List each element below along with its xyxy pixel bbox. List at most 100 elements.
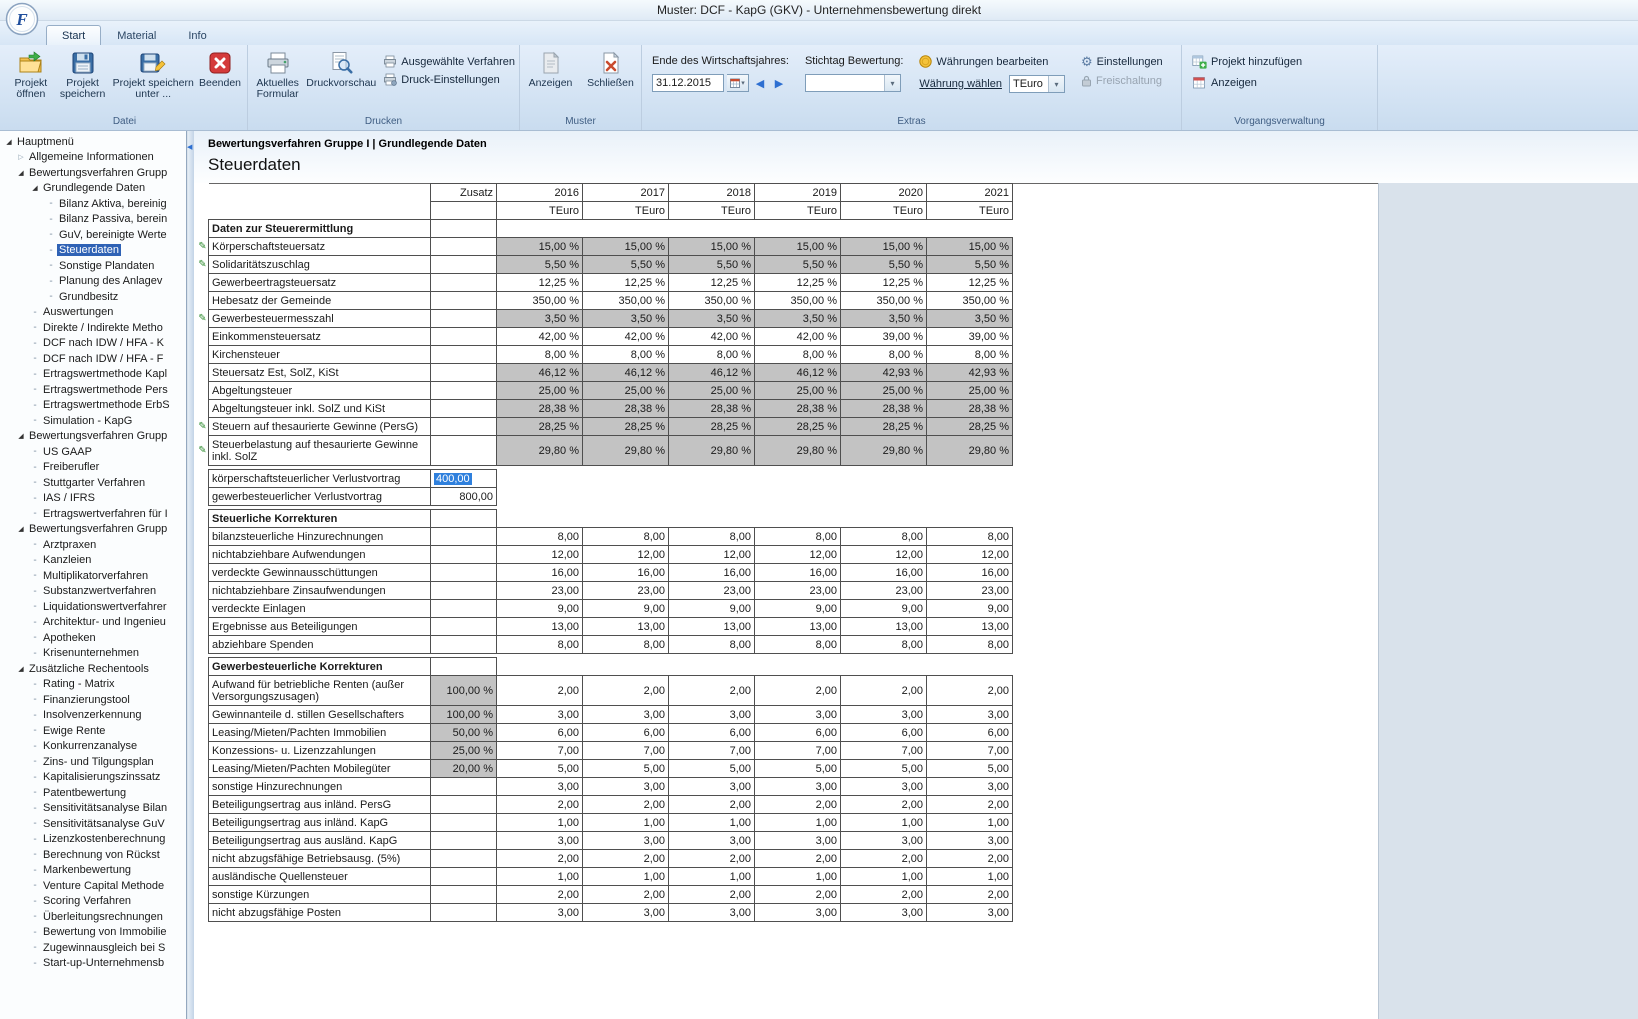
value-cell[interactable]: 1,00 — [496, 867, 583, 886]
value-cell[interactable]: 8,00 % — [668, 345, 755, 364]
calendar-picker-button[interactable]: ▾ — [727, 74, 749, 92]
sidebar-item[interactable]: ‐ Lizenzkostenberechnung — [0, 832, 186, 848]
value-cell[interactable]: 1,00 — [840, 813, 927, 832]
currency-select[interactable]: TEuro ▾ — [1008, 75, 1065, 93]
value-cell[interactable]: 13,00 — [668, 617, 755, 636]
sidebar-item[interactable]: ◢ Grundlegende Daten — [0, 181, 186, 197]
value-cell[interactable]: 42,00 % — [582, 327, 669, 346]
value-cell[interactable]: 9,00 — [840, 599, 927, 618]
value-cell[interactable]: 3,50 % — [926, 309, 1013, 328]
value-cell[interactable]: 15,00 % — [582, 237, 669, 256]
value-cell[interactable]: 25,00 % — [582, 381, 669, 400]
sidebar-item[interactable]: ‐ Liquidationswertverfahrer — [0, 599, 186, 615]
zusatz-cell[interactable] — [430, 527, 497, 546]
value-cell[interactable]: 42,00 % — [754, 327, 841, 346]
table-cell[interactable] — [430, 509, 497, 528]
value-cell[interactable]: 13,00 — [754, 617, 841, 636]
activation-button[interactable]: Freischaltung — [1081, 75, 1163, 87]
tab-material[interactable]: Material — [101, 25, 172, 45]
value-cell[interactable]: 3,00 — [840, 777, 927, 796]
sidebar-item[interactable]: ‐ Sonstige Plandaten — [0, 258, 186, 274]
value-cell[interactable]: 6,00 — [754, 723, 841, 742]
value-cell[interactable]: 12,00 — [582, 545, 669, 564]
sidebar-item[interactable]: ‐ Freiberufler — [0, 460, 186, 476]
zusatz-cell[interactable] — [430, 345, 497, 364]
value-cell[interactable]: 7,00 — [754, 741, 841, 760]
value-cell[interactable]: 3,00 — [840, 831, 927, 850]
sidebar-item[interactable]: ◢ Bewertungsverfahren Grupp — [0, 165, 186, 181]
value-cell[interactable]: 5,50 % — [754, 255, 841, 274]
value-cell[interactable]: 9,00 — [582, 599, 669, 618]
sidebar-item[interactable]: ‐ US GAAP — [0, 444, 186, 460]
value-cell[interactable]: 1,00 — [582, 813, 669, 832]
zusatz-cell[interactable] — [430, 635, 497, 654]
settings-button[interactable]: ⚙ Einstellungen — [1081, 55, 1163, 68]
sidebar-item[interactable]: ‐ Architektur- und Ingenieu — [0, 615, 186, 631]
zusatz-cell[interactable] — [430, 795, 497, 814]
value-cell[interactable]: 39,00 % — [926, 327, 1013, 346]
tab-start[interactable]: Start — [46, 25, 102, 45]
sidebar-item[interactable]: ‐ Bilanz Passiva, berein — [0, 212, 186, 228]
value-cell[interactable]: 7,00 — [840, 741, 927, 760]
value-cell[interactable]: 3,50 % — [840, 309, 927, 328]
zusatz-cell[interactable] — [430, 777, 497, 796]
zusatz-cell[interactable] — [430, 581, 497, 600]
value-cell[interactable]: 29,80 % — [582, 435, 669, 466]
sidebar-item[interactable]: ‐ Ertragswertmethode Kapl — [0, 367, 186, 383]
value-cell[interactable]: 6,00 — [840, 723, 927, 742]
value-cell[interactable]: 9,00 — [926, 599, 1013, 618]
value-cell[interactable]: 8,00 % — [582, 345, 669, 364]
value-cell[interactable]: 2,00 — [668, 795, 755, 814]
zusatz-cell[interactable] — [430, 903, 497, 922]
zusatz-cell[interactable]: 100,00 % — [430, 675, 497, 706]
value-cell[interactable]: 8,00 — [582, 635, 669, 654]
tree-expanded-icon[interactable]: ◢ — [15, 525, 27, 533]
value-cell[interactable]: 23,00 — [754, 581, 841, 600]
muster-show-button[interactable]: Anzeigen — [525, 48, 577, 91]
value-cell[interactable]: 9,00 — [754, 599, 841, 618]
zusatz-cell[interactable]: 400,00 — [430, 469, 497, 488]
value-cell[interactable]: 3,00 — [754, 777, 841, 796]
value-cell[interactable]: 350,00 % — [840, 291, 927, 310]
zusatz-cell[interactable] — [430, 399, 497, 418]
table-cell[interactable] — [430, 219, 497, 238]
zusatz-cell[interactable] — [430, 617, 497, 636]
value-cell[interactable]: 2,00 — [582, 675, 669, 706]
value-cell[interactable]: 25,00 % — [840, 381, 927, 400]
muster-close-button[interactable]: Schließen — [585, 48, 637, 91]
value-cell[interactable]: 12,25 % — [496, 273, 583, 292]
sidebar-item[interactable]: ‐ Rating - Matrix — [0, 677, 186, 693]
sidebar-item[interactable]: ‐ Stuttgarter Verfahren — [0, 475, 186, 491]
sidebar-item[interactable]: ◢ Zusätzliche Rechentools — [0, 661, 186, 677]
value-cell[interactable]: 15,00 % — [754, 237, 841, 256]
tree-expanded-icon[interactable]: ◢ — [15, 665, 27, 673]
value-cell[interactable]: 2,00 — [754, 849, 841, 868]
value-cell[interactable]: 8,00 — [668, 635, 755, 654]
value-cell[interactable]: 39,00 % — [840, 327, 927, 346]
value-cell[interactable]: 13,00 — [496, 617, 583, 636]
value-cell[interactable]: 5,50 % — [496, 255, 583, 274]
value-cell[interactable]: 3,00 — [840, 903, 927, 922]
value-cell[interactable]: 28,25 % — [840, 417, 927, 436]
value-cell[interactable]: 42,00 % — [496, 327, 583, 346]
sidebar-item[interactable]: ‐ IAS / IFRS — [0, 491, 186, 507]
value-cell[interactable]: 2,00 — [582, 849, 669, 868]
value-cell[interactable]: 1,00 — [926, 813, 1013, 832]
zusatz-cell[interactable]: 50,00 % — [430, 723, 497, 742]
value-cell[interactable]: 3,00 — [754, 903, 841, 922]
value-cell[interactable]: 3,00 — [582, 777, 669, 796]
value-cell[interactable]: 2,00 — [668, 849, 755, 868]
value-cell[interactable]: 42,00 % — [668, 327, 755, 346]
value-cell[interactable]: 25,00 % — [668, 381, 755, 400]
sidebar-item[interactable]: ‐ Start-up-Unternehmensb — [0, 956, 186, 972]
value-cell[interactable]: 2,00 — [668, 675, 755, 706]
sidebar-item[interactable]: ◢ Hauptmenü — [0, 134, 186, 150]
value-cell[interactable]: 3,00 — [668, 705, 755, 724]
value-cell[interactable]: 3,00 — [668, 777, 755, 796]
value-cell[interactable]: 25,00 % — [496, 381, 583, 400]
value-cell[interactable]: 15,00 % — [668, 237, 755, 256]
value-cell[interactable]: 29,80 % — [840, 435, 927, 466]
sidebar-item[interactable]: ‐ Apotheken — [0, 630, 186, 646]
sidebar-item[interactable]: ‐ Sensitivitätsanalyse Bilan — [0, 801, 186, 817]
zusatz-cell[interactable] — [430, 273, 497, 292]
